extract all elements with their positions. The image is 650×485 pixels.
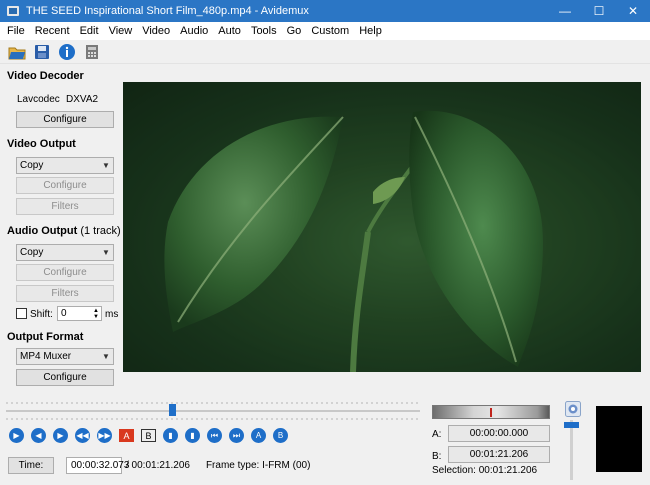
volume-slider-thumb[interactable] bbox=[564, 422, 579, 428]
video-output-filters-button[interactable]: Filters bbox=[16, 198, 114, 215]
menu-bar: File Recent Edit View Video Audio Auto T… bbox=[0, 22, 650, 40]
playback-controls: ▶ ◀ ▶ ◀◀ ▶▶ A B ▮ ▮ ⏮ ⏭ A B bbox=[9, 428, 295, 443]
shift-unit: ms bbox=[105, 309, 119, 320]
close-button[interactable]: ✕ bbox=[616, 0, 650, 22]
svg-text:B: B bbox=[145, 431, 151, 441]
time-button[interactable]: Time: bbox=[8, 456, 54, 474]
next-keyframe-icon[interactable]: ▶▶ bbox=[97, 428, 112, 443]
menu-audio[interactable]: Audio bbox=[175, 25, 213, 37]
shift-checkbox[interactable] bbox=[16, 308, 27, 319]
previous-frame-icon[interactable]: ◀ bbox=[31, 428, 46, 443]
selection-duration: Selection: 00:01:21.206 bbox=[432, 465, 538, 476]
decoder-codec-label: Lavcodec bbox=[17, 94, 60, 105]
video-output-title: Video Output bbox=[7, 138, 76, 150]
go-to-marker-b-icon[interactable]: B bbox=[273, 428, 288, 443]
next-cut-icon[interactable]: ▮ bbox=[185, 428, 200, 443]
audio-output-value: Copy bbox=[20, 247, 44, 258]
menu-auto[interactable]: Auto bbox=[213, 25, 246, 37]
frame-type: Frame type: I-FRM (00) bbox=[205, 459, 311, 471]
current-time-field[interactable]: 00:00:32.073 bbox=[66, 456, 129, 474]
seek-slider[interactable] bbox=[6, 398, 420, 424]
output-format-configure-button[interactable]: Configure bbox=[16, 369, 114, 386]
seek-thumb[interactable] bbox=[169, 404, 176, 416]
audio-output-filters-button[interactable]: Filters bbox=[16, 285, 114, 302]
menu-help[interactable]: Help bbox=[354, 25, 387, 37]
menu-recent[interactable]: Recent bbox=[30, 25, 75, 37]
spin-arrows-icon[interactable]: ▲ ▼ bbox=[91, 308, 101, 320]
menu-custom[interactable]: Custom bbox=[306, 25, 354, 37]
jog-shuttle[interactable] bbox=[432, 405, 550, 419]
minimize-button[interactable]: — bbox=[548, 0, 582, 22]
shift-input[interactable]: 0 ▲ ▼ bbox=[57, 306, 102, 321]
set-marker-b-icon[interactable]: B bbox=[141, 428, 156, 443]
menu-video[interactable]: Video bbox=[137, 25, 175, 37]
audio-output-configure-button[interactable]: Configure bbox=[16, 264, 114, 281]
menu-go[interactable]: Go bbox=[282, 25, 307, 37]
maximize-button[interactable]: ☐ bbox=[582, 0, 616, 22]
marker-b-field[interactable]: 00:01:21.206 bbox=[448, 446, 550, 463]
menu-file[interactable]: File bbox=[2, 25, 30, 37]
volume-slider-track[interactable] bbox=[570, 420, 573, 480]
decoder-configure-button[interactable]: Configure bbox=[16, 111, 114, 128]
mini-preview bbox=[596, 406, 642, 472]
time-status-row: Time: 00:00:32.073 / 00:01:21.206 Frame … bbox=[8, 456, 310, 474]
go-to-marker-a-icon[interactable]: A bbox=[251, 428, 266, 443]
menu-view[interactable]: View bbox=[104, 25, 138, 37]
toolbar bbox=[0, 40, 650, 64]
audio-track-count: (1 track) bbox=[80, 225, 121, 237]
calculator-icon[interactable] bbox=[81, 41, 103, 63]
decoder-accel-label: DXVA2 bbox=[66, 94, 99, 105]
audio-output-select[interactable]: Copy ▼ bbox=[16, 244, 114, 261]
marker-b-label: B: bbox=[432, 451, 442, 462]
chevron-down-icon: ▼ bbox=[102, 248, 110, 257]
info-icon[interactable] bbox=[56, 41, 78, 63]
save-icon[interactable] bbox=[31, 41, 53, 63]
shift-label: Shift: bbox=[30, 309, 53, 320]
svg-text:A: A bbox=[123, 431, 129, 441]
video-decoder-title: Video Decoder bbox=[7, 70, 84, 82]
total-time: / 00:01:21.206 bbox=[126, 459, 190, 471]
marker-a-label: A: bbox=[432, 429, 442, 440]
volume-icon[interactable] bbox=[565, 401, 581, 417]
next-frame-icon[interactable]: ▶ bbox=[53, 428, 68, 443]
output-format-title: Output Format bbox=[7, 331, 84, 343]
marker-a-field[interactable]: 00:00:00.000 bbox=[448, 425, 550, 442]
title-bar: THE SEED Inspirational Short Film_480p.m… bbox=[0, 0, 650, 22]
video-output-select[interactable]: Copy ▼ bbox=[16, 157, 114, 174]
play-icon[interactable]: ▶ bbox=[9, 428, 24, 443]
previous-cut-icon[interactable]: ▮ bbox=[163, 428, 178, 443]
open-folder-icon[interactable] bbox=[6, 41, 28, 63]
set-marker-a-icon[interactable]: A bbox=[119, 428, 134, 443]
jog-indicator bbox=[490, 408, 492, 417]
chevron-down-icon: ▼ bbox=[102, 352, 110, 361]
shift-value: 0 bbox=[61, 308, 67, 319]
last-frame-icon[interactable]: ⏭ bbox=[229, 428, 244, 443]
first-frame-icon[interactable]: ⏮ bbox=[207, 428, 222, 443]
video-frame-image bbox=[123, 82, 641, 372]
audio-output-title: Audio Output (1 track) bbox=[7, 225, 121, 237]
menu-tools[interactable]: Tools bbox=[246, 25, 282, 37]
chevron-down-icon: ▼ bbox=[102, 161, 110, 170]
previous-keyframe-icon[interactable]: ◀◀ bbox=[75, 428, 90, 443]
output-format-select[interactable]: MP4 Muxer ▼ bbox=[16, 348, 114, 365]
video-preview bbox=[123, 82, 641, 372]
video-output-configure-button[interactable]: Configure bbox=[16, 177, 114, 194]
audio-output-title-text: Audio Output bbox=[7, 225, 78, 237]
window-title: THE SEED Inspirational Short Film_480p.m… bbox=[26, 5, 309, 17]
video-output-value: Copy bbox=[20, 160, 44, 171]
output-format-value: MP4 Muxer bbox=[20, 351, 72, 362]
avidemux-app-icon bbox=[7, 6, 19, 16]
seek-area bbox=[6, 398, 420, 424]
menu-edit[interactable]: Edit bbox=[75, 25, 104, 37]
